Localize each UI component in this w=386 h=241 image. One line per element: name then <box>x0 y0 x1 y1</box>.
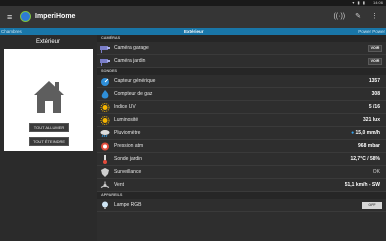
list-item[interactable]: Pluviomètre ● 15,0 mm/h <box>97 127 386 140</box>
list-item[interactable]: Lampe RGB OFF <box>97 199 386 212</box>
sun-icon <box>100 116 110 125</box>
edit-icon[interactable]: ✎ <box>355 11 361 23</box>
section-appareils: APPAREILS <box>97 192 386 199</box>
rain-icon <box>100 130 110 138</box>
sensor-value: OK <box>372 169 380 175</box>
thermometer-icon <box>103 155 107 164</box>
all-on-button[interactable]: TOUT ALLUMER <box>29 123 69 132</box>
tab-chambres[interactable]: Chambres <box>1 28 22 35</box>
wind-icon <box>100 181 110 188</box>
toolbar: ((·)) ✎ ⋮ <box>333 11 378 23</box>
sensor-label: Compteur de gaz <box>114 91 153 97</box>
sensor-value: 321 lux <box>363 117 380 123</box>
bulb-icon <box>102 201 108 209</box>
app-bar: ≡ ImperiHome ((·)) ✎ ⋮ <box>0 6 386 28</box>
sensor-label: Vent <box>114 182 125 188</box>
sensor-label: Luminosité <box>114 117 139 123</box>
device-label: Lampe RGB <box>114 202 142 208</box>
view-camera-button[interactable]: VOIR <box>368 58 382 65</box>
sensor-label: Capteur générique <box>114 78 156 84</box>
tab-power[interactable]: Power Power <box>358 28 385 35</box>
shield-icon <box>101 168 109 177</box>
sensor-value: 308 <box>371 91 380 97</box>
list-item[interactable]: Pression atm 968 mbar <box>97 140 386 153</box>
sensor-label: Pression atm <box>114 143 144 149</box>
camera-label: Caméra garage <box>114 45 149 51</box>
list-item[interactable]: Capteur générique 1357 <box>97 75 386 88</box>
view-camera-button[interactable]: VOIR <box>368 45 382 52</box>
sensor-label: Indice UV <box>114 104 136 110</box>
sensor-label: Sonde jardin <box>114 156 143 162</box>
flame-icon <box>101 90 109 99</box>
camera-icon <box>100 59 110 66</box>
overflow-menu-icon[interactable]: ⋮ <box>371 11 378 23</box>
app-logo <box>20 11 31 22</box>
gauge-icon <box>101 78 109 86</box>
list-item[interactable]: Vent 51,1 km/h - SW <box>97 179 386 192</box>
list-item[interactable]: Compteur de gaz 308 <box>97 88 386 101</box>
section-cameras: CAMÉRAS <box>97 35 386 42</box>
room-image <box>4 49 93 151</box>
sensor-value: 1357 <box>368 78 380 84</box>
sensor-value: 12,7°C / 58% <box>350 156 380 162</box>
sensor-value: 968 mbar <box>358 143 380 149</box>
sensor-value: 51,1 km/h - SW <box>344 182 380 188</box>
list-item[interactable]: Caméra garage VOIR <box>97 42 386 55</box>
status-icons: ▾ ▮ ▮ <box>352 0 366 5</box>
room-tabs: Chambres Extérieur Power Power <box>0 28 386 35</box>
camera-label: Caméra jardin <box>114 58 146 64</box>
sensor-label: Pluviomètre <box>114 130 141 136</box>
list-item[interactable]: Surveillance OK <box>97 166 386 179</box>
sensor-value: 5 /16 <box>368 104 380 110</box>
list-item[interactable]: Indice UV 5 /16 <box>97 101 386 114</box>
app-title: ImperiHome <box>35 13 76 20</box>
pressure-icon <box>101 142 109 151</box>
sun-icon <box>100 103 110 112</box>
list-item[interactable]: Sonde jardin 12,7°C / 58% <box>97 153 386 166</box>
device-list: CAMÉRAS Caméra garage VOIR Caméra jardin… <box>97 35 386 241</box>
all-off-button[interactable]: TOUT ÉTEINDRE <box>29 137 69 146</box>
room-title: Extérieur <box>35 39 60 45</box>
camera-icon <box>100 46 110 53</box>
list-item[interactable]: Luminosité 321 lux <box>97 114 386 127</box>
room-panel: Extérieur TOUT ALLUMER TOUT ÉTEINDRE <box>0 35 96 241</box>
sensor-label: Surveillance <box>114 169 142 175</box>
list-item[interactable]: Caméra jardin VOIR <box>97 55 386 68</box>
broadcast-icon[interactable]: ((·)) <box>333 11 345 23</box>
sensor-value-text: 15,0 mm/h <box>355 130 380 136</box>
menu-icon[interactable]: ≡ <box>7 11 12 23</box>
sensor-value: ● 15,0 mm/h <box>351 127 380 140</box>
toggle-switch[interactable]: OFF <box>362 202 382 209</box>
tab-exterieur[interactable]: Extérieur <box>184 28 204 35</box>
house-icon <box>34 81 64 113</box>
section-sondes: SONDES <box>97 68 386 75</box>
